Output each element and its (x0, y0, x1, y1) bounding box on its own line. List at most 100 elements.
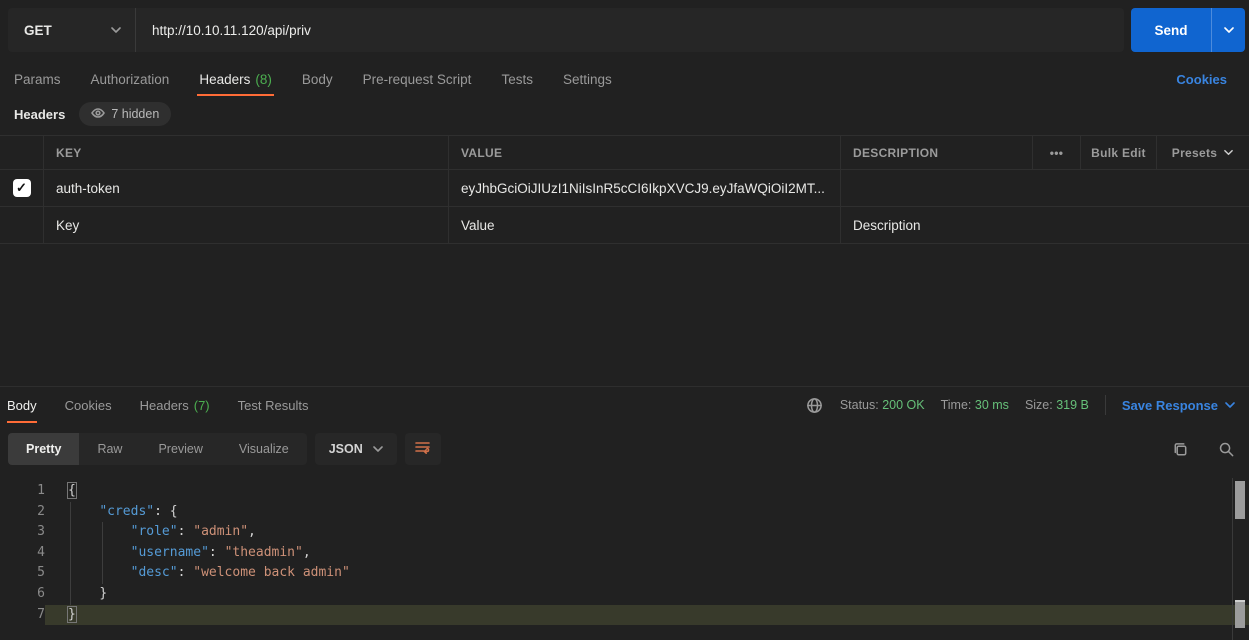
headers-meta: Headers 7 hidden (14, 101, 171, 127)
response-body-editor[interactable]: 1{2 "creds": {3 "role": "admin",4 "usern… (0, 478, 1249, 640)
divider (1105, 395, 1106, 415)
line-number: 6 (0, 584, 45, 605)
more-options-button[interactable]: ••• (1033, 136, 1081, 169)
send-button[interactable]: Send (1131, 8, 1211, 52)
copy-icon[interactable] (1171, 440, 1189, 458)
tab-settings[interactable]: Settings (563, 62, 612, 96)
tab-headers[interactable]: Headers (8) (199, 62, 272, 96)
tab-prerequest-label: Pre-request Script (363, 72, 472, 87)
view-preview-button[interactable]: Preview (140, 433, 220, 465)
response-tab-headers[interactable]: Headers (7) (140, 387, 210, 423)
search-icon[interactable] (1217, 440, 1235, 458)
response-tab-cookies-label: Cookies (65, 398, 112, 413)
tab-body[interactable]: Body (302, 62, 333, 96)
header-row-new: Key Value Description (0, 207, 1249, 244)
description-column-header: DESCRIPTION (841, 136, 1033, 169)
response-tab-headers-label: Headers (140, 398, 189, 413)
tab-body-label: Body (302, 72, 333, 87)
time-indicator: Time: 30 ms (941, 398, 1009, 412)
code-line: 1{ (0, 481, 1249, 502)
headers-title: Headers (14, 107, 65, 122)
status-label: Status: (840, 398, 879, 412)
indent-guide (102, 522, 103, 584)
method-label: GET (24, 23, 52, 38)
presets-label: Presets (1172, 146, 1217, 160)
hidden-headers-toggle[interactable]: 7 hidden (79, 102, 171, 126)
header-description-cell[interactable] (841, 170, 1249, 206)
header-key-cell[interactable]: auth-token (44, 170, 449, 206)
response-action-icons (1171, 440, 1235, 458)
url-input[interactable]: http://10.10.11.120/api/priv (136, 8, 1124, 52)
size-indicator: Size: 319 B (1025, 398, 1089, 412)
header-value-cell[interactable]: eyJhbGciOiJIUzI1NiIsInR5cCI6IkpXVCJ9.eyJ… (449, 170, 841, 206)
tab-authorization-label: Authorization (91, 72, 170, 87)
header-row-auth-token: ✓ auth-token eyJhbGciOiJIUzI1NiIsInR5cCI… (0, 170, 1249, 207)
code-line: 5 "desc": "welcome back admin" (0, 563, 1249, 584)
tab-settings-label: Settings (563, 72, 612, 87)
save-response-label: Save Response (1122, 398, 1218, 413)
status-value: 200 OK (882, 398, 924, 412)
globe-icon (806, 396, 824, 414)
line-number: 3 (0, 522, 45, 543)
method-select[interactable]: GET (8, 8, 136, 52)
chevron-down-icon (111, 25, 121, 35)
response-tab-body[interactable]: Body (7, 387, 37, 423)
tab-prerequest-script[interactable]: Pre-request Script (363, 62, 472, 96)
tab-tests[interactable]: Tests (501, 62, 533, 96)
send-options-button[interactable] (1211, 8, 1245, 52)
code-line: 2 "creds": { (0, 502, 1249, 523)
response-section: Body Cookies Headers (7) Test Results St… (0, 386, 1249, 423)
new-key-input[interactable]: Key (44, 207, 449, 243)
chevron-down-icon (1224, 25, 1234, 35)
row-select-cell (0, 207, 44, 243)
code-line: 4 "username": "theadmin", (0, 543, 1249, 564)
presets-dropdown[interactable]: Presets (1157, 136, 1249, 169)
row-checkbox-checked[interactable]: ✓ (13, 179, 31, 197)
view-visualize-button[interactable]: Visualize (221, 433, 307, 465)
bulk-edit-button[interactable]: Bulk Edit (1081, 136, 1157, 169)
tab-headers-count: (8) (255, 72, 272, 87)
new-description-input[interactable]: Description (841, 207, 1249, 243)
save-response-button[interactable]: Save Response (1122, 398, 1235, 413)
cookies-link[interactable]: Cookies (1176, 72, 1227, 87)
size-label: Size: (1025, 398, 1053, 412)
size-value: 319 B (1056, 398, 1089, 412)
tab-params[interactable]: Params (14, 62, 61, 96)
response-tab-test-results-label: Test Results (238, 398, 309, 413)
tab-authorization[interactable]: Authorization (91, 62, 170, 96)
eye-icon (91, 106, 105, 123)
view-raw-button[interactable]: Raw (79, 433, 140, 465)
scrollbar-thumb[interactable] (1235, 600, 1245, 628)
hidden-headers-label: 7 hidden (111, 107, 159, 121)
scrollbar-thumb[interactable] (1235, 481, 1245, 519)
response-tab-headers-count: (7) (194, 398, 210, 413)
code-line: 6 } (0, 584, 1249, 605)
response-tab-test-results[interactable]: Test Results (238, 387, 309, 423)
line-number: 5 (0, 563, 45, 584)
wrap-text-button[interactable] (405, 433, 441, 465)
tab-tests-label: Tests (501, 72, 533, 87)
code-line: 7} (0, 605, 1249, 626)
response-meta: Status: 200 OK Time: 30 ms Size: 319 B S… (806, 395, 1235, 415)
headers-table-header: KEY VALUE DESCRIPTION ••• Bulk Edit Pres… (0, 136, 1249, 170)
response-tab-cookies[interactable]: Cookies (65, 387, 112, 423)
view-pretty-button[interactable]: Pretty (8, 433, 79, 465)
url-group: GET http://10.10.11.120/api/priv (8, 8, 1124, 52)
tab-params-label: Params (14, 72, 61, 87)
indent-guide (70, 502, 71, 605)
response-view-bar: Pretty Raw Preview Visualize JSON (8, 433, 1235, 465)
time-value: 30 ms (975, 398, 1009, 412)
code-line: 3 "role": "admin", (0, 522, 1249, 543)
new-value-input[interactable]: Value (449, 207, 841, 243)
format-dropdown[interactable]: JSON (315, 433, 397, 465)
scrollbar-track (1232, 478, 1233, 640)
line-number: 4 (0, 543, 45, 564)
key-column-header: KEY (44, 136, 449, 169)
line-number: 1 (0, 481, 45, 502)
time-label: Time: (941, 398, 972, 412)
response-tabs: Body Cookies Headers (7) Test Results St… (0, 387, 1249, 423)
format-label: JSON (329, 442, 363, 456)
select-column-header (0, 136, 44, 169)
line-number: 7 (0, 605, 45, 626)
view-mode-segmented-control: Pretty Raw Preview Visualize (8, 433, 307, 465)
